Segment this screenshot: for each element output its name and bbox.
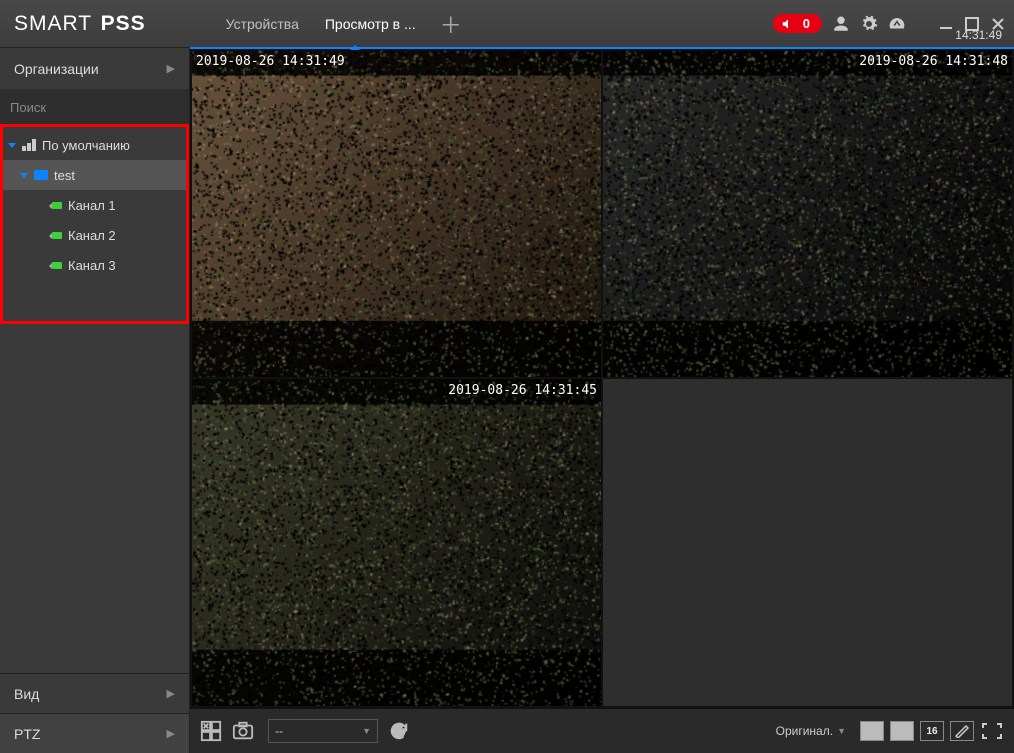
chevron-right-icon: ▶ [167,687,175,700]
stream-value: -- [275,724,283,738]
header-tabs: Устройства Просмотр в ... ＋ [216,8,470,40]
stream-select[interactable]: -- ▼ [268,719,378,743]
title-bar: SMART PSS Устройства Просмотр в ... ＋ 0 [0,0,1014,48]
alarm-indicator[interactable]: 0 [773,14,822,33]
gauge-icon[interactable] [888,15,906,33]
layout-16-button[interactable]: 16 [920,721,944,741]
user-icon[interactable] [832,15,850,33]
stop-all-icon[interactable] [200,720,222,742]
video-cell-2[interactable]: 2019-08-26 14:31:48 [603,50,1012,377]
search-input[interactable] [10,100,186,115]
sidebar-footer: Вид ▶ PTZ ▶ [0,673,189,753]
video-cell-1[interactable]: 2019-08-26 14:31:49 [192,50,601,377]
logo-text-a: SMART [14,12,99,35]
tree-channel-1[interactable]: Канал 1 [0,190,189,220]
scale-label: Оригинал. [776,724,833,738]
nvr-icon [34,170,48,180]
ptz-panel-toggle[interactable]: PTZ ▶ [0,713,189,753]
sidebar: Организации ▶ По умолчанию test [0,48,190,753]
camera-icon [52,232,62,239]
tree-device-test[interactable]: test [0,160,189,190]
logo-text-b: PSS [101,12,146,35]
view-panel-toggle[interactable]: Вид ▶ [0,673,189,713]
bottom-toolbar: -- ▼ Оригинал. ▼ 16 [190,708,1014,753]
app-logo: SMART PSS [14,12,146,36]
osd-timestamp: 2019-08-26 14:31:45 [448,383,597,398]
video-grid: 2019-08-26 14:31:49 2019-08-26 14:31:48 … [190,48,1014,708]
header-clock: 14:31:49 [955,28,1002,42]
camera-icon [52,202,62,209]
device-tree: По умолчанию test Канал 1 Канал 2 [0,124,189,673]
active-tab-underline [190,47,1014,49]
layout-9-button[interactable] [890,721,914,741]
tab-liveview[interactable]: Просмотр в ... [315,12,426,36]
speaker-icon [781,17,795,31]
scale-mode-select[interactable]: Оригинал. ▼ [776,724,846,738]
ptz-label: PTZ [14,726,40,742]
tab-devices[interactable]: Устройства [216,12,309,36]
channel-label: Канал 2 [68,228,116,243]
fullscreen-button[interactable] [980,721,1004,741]
video-cell-4-empty[interactable] [603,379,1012,706]
search-row [0,90,189,124]
layout-16-label: 16 [926,726,937,737]
chevron-down-icon: ▼ [362,726,371,736]
tree-channel-3[interactable]: Канал 3 [0,250,189,280]
organizations-label: Организации [14,61,99,77]
content-area: 2019-08-26 14:31:49 2019-08-26 14:31:48 … [190,48,1014,753]
tree-root-label: По умолчанию [42,138,130,153]
organization-icon [22,139,36,151]
alarm-count: 0 [803,16,810,31]
chevron-down-icon: ▼ [837,726,846,736]
view-label: Вид [14,686,39,702]
chevron-down-icon [8,143,16,148]
layout-buttons: 16 [860,721,1004,741]
tree-channel-2[interactable]: Канал 2 [0,220,189,250]
layout-custom-button[interactable] [950,721,974,741]
gear-icon[interactable] [860,15,878,33]
video-cell-3[interactable]: 2019-08-26 14:31:45 [192,379,601,706]
chevron-down-icon [20,173,28,178]
tree-root-default[interactable]: По умолчанию [0,130,189,160]
organizations-header[interactable]: Организации ▶ [0,48,189,90]
chevron-right-icon: ▶ [167,727,175,740]
tree-device-label: test [54,168,75,183]
channel-label: Канал 1 [68,198,116,213]
camera-icon [52,262,62,269]
osd-timestamp: 2019-08-26 14:31:48 [859,54,1008,69]
add-tab-button[interactable]: ＋ [432,8,470,40]
snapshot-icon[interactable] [232,720,254,742]
osd-timestamp: 2019-08-26 14:31:49 [196,54,345,69]
refresh-icon[interactable] [388,720,410,742]
channel-label: Канал 3 [68,258,116,273]
layout-4-button[interactable] [860,721,884,741]
chevron-right-icon: ▶ [167,62,175,75]
minimize-button[interactable] [938,16,954,32]
